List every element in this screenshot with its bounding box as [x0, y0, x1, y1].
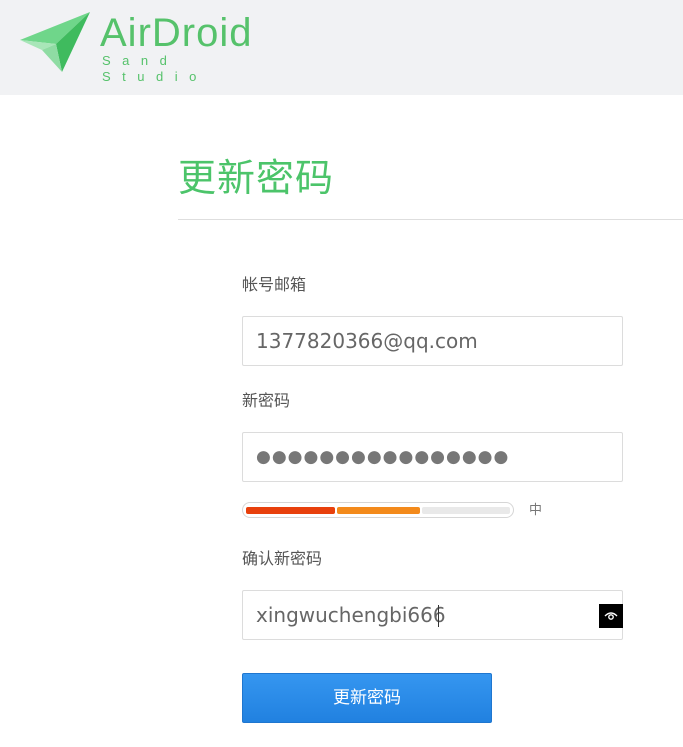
password-strength-label: 中 [529, 503, 543, 518]
account-email-value: 1377820366@qq.com [256, 329, 478, 353]
text-cursor [438, 605, 439, 627]
confirm-password-label: 确认新密码 [242, 549, 323, 568]
page-title: 更新密码 [178, 156, 335, 200]
paper-plane-logo-icon [20, 12, 90, 72]
account-email-field[interactable]: 1377820366@qq.com [242, 316, 623, 366]
strength-segment-medium [337, 507, 420, 514]
logo-tagline: Sand Studio [102, 53, 208, 84]
page: AirDroid Sand Studio 更新密码 帐号邮箱 137782036… [0, 0, 683, 747]
update-password-button[interactable]: 更新密码 [242, 673, 492, 723]
airdroid-logo[interactable]: AirDroid Sand Studio [18, 8, 288, 84]
eye-icon [604, 612, 618, 620]
title-divider [178, 219, 683, 220]
password-strength-meter [242, 502, 514, 518]
confirm-password-field[interactable]: xingwuchengbi666 [242, 590, 623, 640]
logo-wordmark: AirDroid [100, 11, 253, 55]
new-password-label: 新密码 [242, 391, 291, 410]
header-bar: AirDroid Sand Studio [0, 0, 683, 95]
confirm-password-value: xingwuchengbi666 [256, 603, 446, 627]
strength-segment-weak [246, 507, 335, 514]
new-password-field[interactable]: ●●●●●●●●●●●●●●●● [242, 432, 623, 482]
new-password-masked-value: ●●●●●●●●●●●●●●●● [256, 447, 510, 467]
account-email-label: 帐号邮箱 [242, 275, 307, 294]
show-password-toggle[interactable] [599, 604, 623, 628]
strength-segment-strong [422, 507, 510, 514]
